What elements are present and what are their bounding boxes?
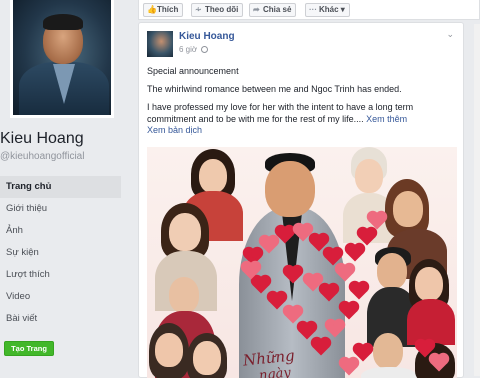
post-text-line-2: The whirlwind romance between me and Ngo… [147, 84, 402, 94]
post-time-text: 6 giờ [179, 45, 198, 54]
share-arrow-icon: ➦ [253, 5, 260, 14]
person-face [169, 213, 201, 251]
page-action-bar: 👍Thích ∻ Theo dõi ➦ Chia sẻ ··· Khác ▾ [138, 0, 480, 20]
nav-item-photos[interactable]: Ảnh [0, 220, 121, 242]
person-face [193, 341, 221, 375]
ellipsis-icon: ··· [309, 5, 317, 14]
see-translation-link[interactable]: Xem bản dịch [147, 125, 202, 135]
person-face [355, 159, 383, 193]
globe-icon [201, 46, 209, 54]
heart-icon [346, 244, 364, 262]
more-label: Khác [319, 5, 339, 14]
see-more-link[interactable]: Xem thêm [366, 114, 407, 124]
share-label: Chia sẻ [263, 5, 292, 14]
share-button[interactable]: ➦ Chia sẻ [249, 3, 297, 17]
author-avatar[interactable] [147, 31, 173, 57]
post-image[interactable]: Những ngày [147, 147, 457, 378]
chevron-down-icon: ▾ [338, 5, 345, 14]
post-options-chevron-icon[interactable]: ⌄ [446, 29, 454, 40]
follow-button[interactable]: ∻ Theo dõi [191, 3, 244, 17]
thumbs-up-icon: 👍 [147, 5, 157, 14]
page-scrollbar[interactable] [474, 24, 480, 376]
page-name[interactable]: Kieu Hoang [0, 130, 84, 148]
image-script-text-2: ngày [258, 365, 292, 378]
create-page-button[interactable]: Tạo Trang [4, 341, 54, 356]
left-column: Kieu Hoang @kieuhoangofficial Trang chủ … [0, 0, 128, 378]
person-body [361, 367, 417, 378]
nav-item-events[interactable]: Sự kiện [0, 242, 121, 264]
profile-photo[interactable] [10, 0, 114, 118]
nav-item-likes[interactable]: Lượt thích [0, 264, 121, 286]
photo-hair [43, 14, 83, 30]
person-face [415, 267, 443, 301]
post-card: Kieu Hoang 6 giờ ⌄ Special announcement … [138, 22, 464, 378]
post-text-line-3: I have professed my love for her with th… [147, 101, 457, 125]
nav-item-videos[interactable]: Video [0, 286, 121, 308]
page-nav: Trang chủ Giới thiệu Ảnh Sự kiện Lượt th… [0, 176, 121, 330]
person-face [373, 333, 403, 369]
person-face [377, 253, 407, 289]
nav-item-home[interactable]: Trang chủ [0, 176, 121, 198]
person-face [265, 161, 315, 217]
like-button[interactable]: 👍Thích [143, 3, 184, 17]
person-face [199, 159, 227, 193]
nav-item-posts[interactable]: Bài viết [0, 308, 121, 330]
page-handle[interactable]: @kieuhoangofficial [0, 151, 84, 162]
nav-item-about[interactable]: Giới thiệu [0, 198, 121, 220]
heart-icon [350, 282, 368, 300]
post-timestamp[interactable]: 6 giờ [179, 45, 209, 54]
rss-icon: ∻ [195, 5, 202, 14]
more-button[interactable]: ··· Khác ▾ [305, 3, 350, 17]
person-face [393, 191, 423, 227]
person-face [155, 333, 183, 367]
post-text-line-1: Special announcement [147, 66, 239, 76]
like-label: Thích [157, 5, 179, 14]
follow-label: Theo dõi [205, 5, 239, 14]
person-face [169, 277, 199, 313]
post-author[interactable]: Kieu Hoang [179, 31, 235, 42]
